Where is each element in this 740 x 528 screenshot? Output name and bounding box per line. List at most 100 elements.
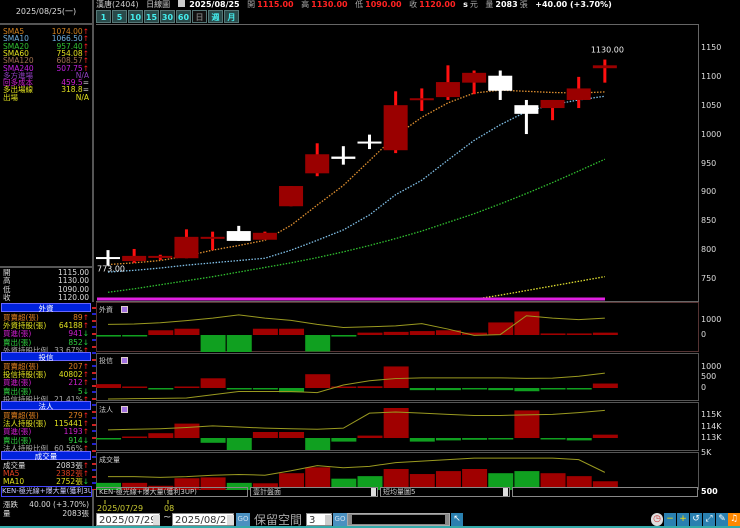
panel-bar xyxy=(200,378,226,388)
panel-bar xyxy=(226,335,252,352)
panel-bar xyxy=(226,388,252,390)
clock-icon[interactable]: ◷ xyxy=(651,513,663,526)
panel-bar xyxy=(96,335,121,337)
panel-bar xyxy=(96,438,121,440)
panel-bar xyxy=(409,388,435,391)
panel-bar xyxy=(174,328,200,335)
undo-icon[interactable]: ↺ xyxy=(690,513,702,526)
panel-bar xyxy=(488,388,514,391)
dropdown-arrow-icon[interactable] xyxy=(503,488,508,496)
panel-line xyxy=(107,372,605,400)
candle-body xyxy=(462,72,487,83)
candle-body xyxy=(592,65,617,69)
candle-body xyxy=(331,156,356,159)
candle-body xyxy=(514,105,539,114)
zoom-in-icon[interactable]: + xyxy=(677,513,689,526)
panel-bar xyxy=(540,388,566,390)
panel-bar xyxy=(279,328,305,335)
candle-body xyxy=(174,236,199,259)
to-date-input[interactable]: 2025/08/25 xyxy=(172,513,234,526)
panel-bar xyxy=(592,434,618,438)
panel-bar xyxy=(488,438,514,440)
panel-bar xyxy=(409,438,435,442)
ma-line-sma60 xyxy=(474,276,605,300)
from-date-input[interactable]: 2025/07/29 xyxy=(96,513,160,526)
panel-bar xyxy=(305,374,331,388)
panel-bar xyxy=(122,335,148,337)
panel-bar xyxy=(540,333,566,335)
go-button-reserve[interactable]: GO xyxy=(333,513,347,526)
panel-bar xyxy=(566,388,592,390)
fullscreen-icon[interactable]: ⤢ xyxy=(703,513,715,526)
panel-bar xyxy=(305,438,331,450)
panel-bar xyxy=(409,331,435,335)
indicator-strip-label[interactable]: KEN-極光線+爆大量(獲利3UP) xyxy=(96,487,248,497)
panel-bar xyxy=(514,388,540,392)
panel-bar xyxy=(462,388,488,390)
panel-bar xyxy=(174,423,200,438)
panel-bar xyxy=(331,438,357,442)
panel-bar xyxy=(357,332,383,335)
panel-bar xyxy=(357,435,383,438)
panel-bar xyxy=(226,438,252,450)
panel-bar xyxy=(514,311,540,335)
candlestick-chart: 1130.00773.002025/07/29 08 xyxy=(96,46,624,513)
candle-body xyxy=(226,231,251,241)
panel-bar xyxy=(148,388,174,390)
panel-bar xyxy=(122,386,148,388)
dropdown-panel-2[interactable]: 短均量圖5 xyxy=(380,487,510,497)
panel-bar xyxy=(200,335,226,352)
panel-bar xyxy=(252,432,278,438)
ma-line-sma20 xyxy=(107,158,606,293)
dropdown-1-value: 壹計盤面 xyxy=(253,488,281,496)
dropdown-panel-1[interactable]: 壹計盤面 xyxy=(250,487,378,497)
panel-bar xyxy=(305,335,331,352)
panel-bar xyxy=(383,331,409,335)
panel-bar xyxy=(174,386,200,388)
from-date-spinner[interactable] xyxy=(153,515,160,525)
candle-body xyxy=(200,236,225,239)
reserve-spinner[interactable] xyxy=(325,515,332,525)
zoom-out-icon[interactable]: − xyxy=(664,513,676,526)
panel-bar xyxy=(252,328,278,335)
high-price-label: 1130.00 xyxy=(591,46,624,55)
candle-body xyxy=(279,186,304,207)
panel-bar xyxy=(462,438,488,440)
panel-bar xyxy=(435,438,461,441)
pencil-icon[interactable]: ✎ xyxy=(716,513,728,526)
candle-body xyxy=(252,232,277,240)
to-date-spinner[interactable] xyxy=(227,515,234,525)
dropdown-arrow-icon[interactable] xyxy=(371,488,376,496)
panel-bar xyxy=(357,386,383,388)
scrollbar[interactable] xyxy=(347,513,450,526)
x-tick-label: 2025/07/29 xyxy=(97,504,143,513)
tilde: ~ xyxy=(163,512,172,523)
panel-bar xyxy=(148,330,174,335)
empty-strip xyxy=(512,487,698,497)
bell-icon[interactable]: ♫ xyxy=(728,513,740,526)
candle-body xyxy=(357,141,382,144)
panel-bar xyxy=(566,438,592,441)
panel-bar xyxy=(592,383,618,388)
candle-body xyxy=(148,255,173,258)
panel-bar xyxy=(566,333,592,335)
axis-500: 500 xyxy=(701,487,718,496)
panel-bar xyxy=(122,436,148,438)
panel-bar xyxy=(148,433,174,438)
panel-bar xyxy=(488,322,514,335)
candle-body xyxy=(305,154,330,174)
candle-body xyxy=(383,105,408,151)
panel-bar xyxy=(383,366,409,388)
panel-bar xyxy=(279,432,305,438)
panel-bar xyxy=(540,438,566,440)
panel-bar xyxy=(592,332,618,335)
go-button-date[interactable]: GO xyxy=(236,513,250,526)
panel-bar xyxy=(331,335,357,337)
candle-body xyxy=(488,75,513,91)
candle-body xyxy=(96,257,120,260)
candle-body xyxy=(435,82,460,98)
cursor-icon[interactable]: ↖ xyxy=(451,513,463,526)
panel-bar xyxy=(96,384,121,388)
candle-body xyxy=(409,98,434,101)
panel-bar xyxy=(252,388,278,390)
